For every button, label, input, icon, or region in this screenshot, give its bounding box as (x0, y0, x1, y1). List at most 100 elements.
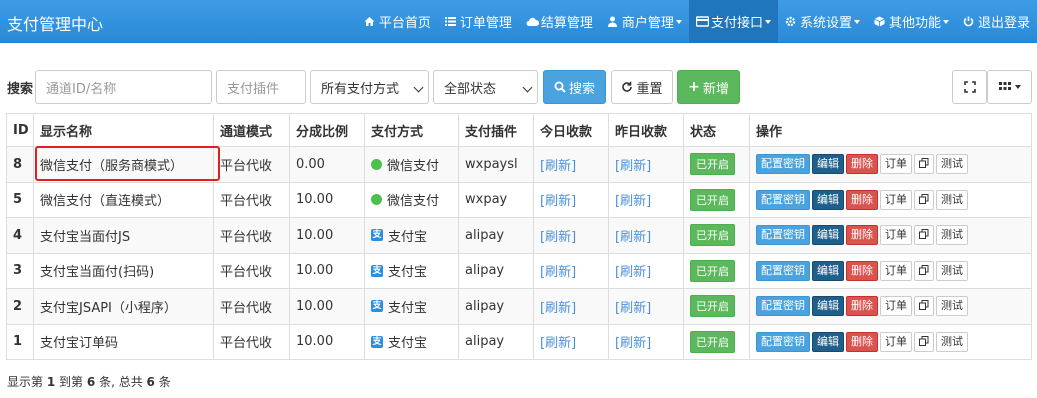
column-header[interactable]: 昨日收款 (608, 113, 684, 147)
plugin-search-input[interactable]: 支付插件 (216, 70, 306, 104)
nav-item-2[interactable]: 结算管理 (519, 0, 600, 43)
nav-item-5[interactable]: 系统设置 (778, 0, 867, 43)
config-key-button[interactable]: 配置密钥 (756, 260, 810, 281)
search-button[interactable]: 搜索 (543, 70, 606, 104)
cell-mode: 平台代收 (213, 146, 290, 183)
config-key-button[interactable]: 配置密钥 (756, 154, 810, 175)
refresh-yesterday-link[interactable]: [刷新] (615, 265, 651, 280)
edit-button[interactable]: 编辑 (812, 225, 844, 246)
channel-search-input[interactable]: 通道ID/名称 (35, 70, 212, 104)
delete-button[interactable]: 删除 (846, 260, 878, 281)
nav-item-4[interactable]: 支付接口 (688, 0, 778, 43)
status-badge[interactable]: 已开启 (690, 295, 735, 318)
cell-mode: 平台代收 (213, 288, 290, 325)
column-header[interactable]: 操作 (749, 113, 1032, 147)
nav-item-7[interactable]: 退出登录 (956, 0, 1037, 43)
config-key-button[interactable]: 配置密钥 (756, 189, 810, 210)
status-badge[interactable]: 已开启 (690, 259, 735, 282)
column-header[interactable]: 支付插件 (458, 113, 534, 147)
reset-button[interactable]: 重置 (611, 70, 673, 104)
orders-button[interactable]: 订单 (880, 296, 912, 317)
test-button[interactable]: 测试 (936, 154, 968, 175)
cell-ratio: 10.00 (289, 217, 365, 254)
method-label: 支付宝 (388, 336, 428, 352)
caret-down-icon (942, 19, 949, 24)
test-button[interactable]: 测试 (936, 296, 968, 317)
status-badge[interactable]: 已开启 (690, 224, 735, 247)
refresh-today-link[interactable]: [刷新] (540, 230, 576, 245)
column-header[interactable]: 今日收款 (533, 113, 609, 147)
refresh-today-link[interactable]: [刷新] (540, 194, 576, 209)
nav-item-label: 平台首页 (378, 16, 431, 31)
edit-button[interactable]: 编辑 (812, 296, 844, 317)
delete-button[interactable]: 删除 (846, 225, 878, 246)
status-select[interactable]: 全部状态 (433, 70, 538, 104)
status-badge[interactable]: 已开启 (690, 188, 735, 211)
columns-toggle-button[interactable] (987, 70, 1032, 104)
payment-method-select[interactable]: 所有支付方式 (310, 70, 429, 104)
nav-item-label: 结算管理 (540, 16, 593, 31)
refresh-yesterday-link[interactable]: [刷新] (615, 194, 651, 209)
delete-button[interactable]: 删除 (846, 296, 878, 317)
alipay-icon: 支 (371, 300, 383, 313)
cell-id: 4 (6, 217, 34, 254)
refresh-today-link[interactable]: [刷新] (540, 159, 576, 174)
refresh-yesterday-link[interactable]: [刷新] (615, 159, 651, 174)
orders-button[interactable]: 订单 (880, 225, 912, 246)
copy-button[interactable] (914, 189, 934, 210)
orders-button[interactable]: 订单 (880, 331, 912, 352)
nav-item-3[interactable]: 商户管理 (600, 0, 689, 43)
nav-item-1[interactable]: 订单管理 (438, 0, 519, 43)
edit-button[interactable]: 编辑 (812, 189, 844, 210)
test-button[interactable]: 测试 (936, 189, 968, 210)
grid-icon (998, 82, 1011, 90)
delete-button[interactable]: 删除 (846, 189, 878, 210)
refresh-yesterday-link[interactable]: [刷新] (615, 230, 651, 245)
column-header[interactable]: ID (6, 113, 34, 147)
nav-item-6[interactable]: 其他功能 (867, 0, 956, 43)
cell-status: 已开启 (683, 146, 750, 183)
refresh-yesterday-link[interactable]: [刷新] (615, 301, 651, 316)
search-button-label: 搜索 (568, 81, 595, 97)
config-key-button[interactable]: 配置密钥 (756, 331, 810, 352)
status-badge[interactable]: 已开启 (690, 153, 735, 176)
fullscreen-button[interactable] (952, 70, 987, 104)
copy-button[interactable] (914, 260, 934, 281)
test-button[interactable]: 测试 (936, 331, 968, 352)
test-button[interactable]: 测试 (936, 260, 968, 281)
cell-yesterday: [刷新] (608, 146, 684, 183)
delete-button[interactable]: 删除 (846, 331, 878, 352)
column-header[interactable]: 支付方式 (364, 113, 459, 147)
nav-item-0[interactable]: 平台首页 (357, 0, 438, 43)
delete-button[interactable]: 删除 (846, 154, 878, 175)
status-badge[interactable]: 已开启 (690, 330, 735, 353)
config-key-button[interactable]: 配置密钥 (756, 225, 810, 246)
pagination-text: 条 (158, 375, 171, 389)
copy-button[interactable] (914, 225, 934, 246)
chevron-down-icon (413, 82, 424, 93)
status-value: 全部状态 (444, 81, 497, 97)
edit-button[interactable]: 编辑 (812, 331, 844, 352)
orders-button[interactable]: 订单 (880, 154, 912, 175)
brand-title[interactable]: 支付管理中心 (7, 11, 103, 35)
cell-actions: 配置密钥 编辑 删除 订单 测试 (749, 181, 1032, 218)
copy-button[interactable] (914, 154, 934, 175)
refresh-today-link[interactable]: [刷新] (540, 336, 576, 351)
config-key-button[interactable]: 配置密钥 (756, 296, 810, 317)
test-button[interactable]: 测试 (936, 225, 968, 246)
column-header[interactable]: 分成比例 (289, 113, 365, 147)
refresh-today-link[interactable]: [刷新] (540, 265, 576, 280)
add-button[interactable]: + 新增 (677, 70, 740, 104)
refresh-yesterday-link[interactable]: [刷新] (615, 336, 651, 351)
edit-button[interactable]: 编辑 (812, 154, 844, 175)
orders-button[interactable]: 订单 (880, 260, 912, 281)
edit-button[interactable]: 编辑 (812, 260, 844, 281)
column-header[interactable]: 通道模式 (213, 113, 290, 147)
column-header[interactable]: 显示名称 (33, 113, 214, 147)
copy-button[interactable] (914, 296, 934, 317)
refresh-today-link[interactable]: [刷新] (540, 301, 576, 316)
orders-button[interactable]: 订单 (880, 189, 912, 210)
copy-button[interactable] (914, 331, 934, 352)
cell-plugin: alipay (458, 217, 534, 254)
column-header[interactable]: 状态 (683, 113, 750, 147)
